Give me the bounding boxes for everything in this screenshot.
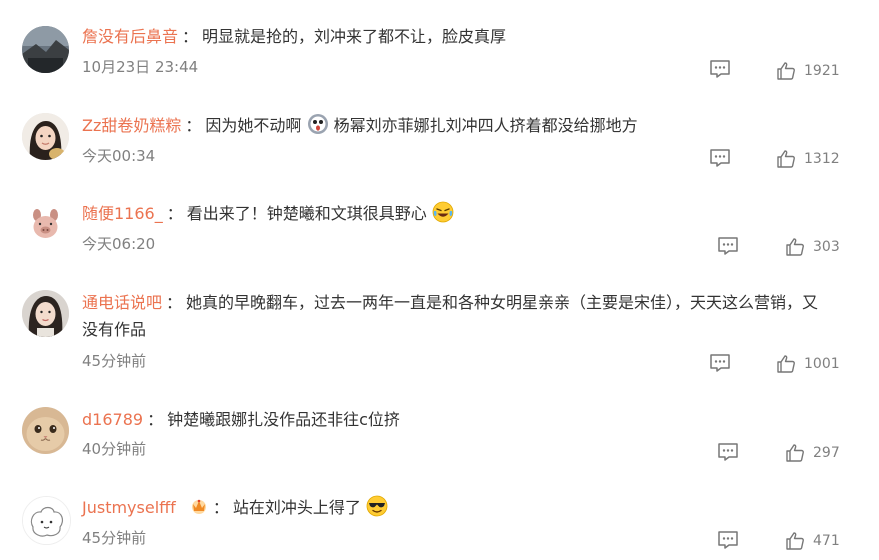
timestamp: 10月23日 23:44 — [82, 58, 199, 76]
reply-icon[interactable] — [717, 530, 739, 550]
colon: ： — [166, 293, 183, 312]
like-count: 1921 — [804, 63, 840, 79]
comment-content: 没有作品 — [82, 320, 147, 339]
avatar[interactable] — [22, 201, 69, 248]
girl-avatar — [22, 113, 69, 160]
like-count: 297 — [813, 445, 840, 461]
comment-text-continued: 没有作品 — [82, 317, 849, 343]
crown-badge-icon[interactable] — [189, 496, 209, 516]
comment-item: 詹没有后鼻音：明显就是抢的，刘冲来了都不让，脸皮真厚 10月23日 23:44 … — [0, 0, 879, 88]
comment-content: 因为她不动啊 — [205, 116, 302, 135]
like-button[interactable]: 297 — [785, 442, 840, 464]
timestamp: 40分钟前 — [82, 440, 147, 458]
pig-avatar — [22, 201, 69, 248]
woman-avatar — [22, 290, 69, 337]
comment-content: 看出来了！钟楚曦和文琪很具野心 — [186, 204, 427, 223]
like-button[interactable]: 303 — [785, 236, 840, 258]
timestamp: 今天00:34 — [82, 147, 156, 165]
comment-content: 她真的早晚翻车，过去一两年一直是和各种女明星亲亲（主要是宋佳），天天这么营销，又 — [186, 293, 819, 312]
cat-avatar — [22, 407, 69, 454]
thumbs-up-icon — [786, 238, 804, 256]
username-link[interactable]: Justmyselfff — [82, 498, 176, 517]
comment-content: 钟楚曦跟娜扎没作品还非往c位挤 — [167, 410, 400, 429]
landscape-avatar — [22, 26, 69, 73]
timestamp: 今天06:20 — [82, 235, 156, 253]
shocked-face-emoji — [307, 114, 328, 134]
thumbs-up-icon — [777, 62, 795, 80]
comment-text: 通电话说吧：她真的早晚翻车，过去一两年一直是和各种女明星亲亲（主要是宋佳），天天… — [82, 290, 849, 316]
avatar[interactable] — [22, 113, 69, 160]
colon: ： — [212, 498, 229, 517]
comment-text: 詹没有后鼻音：明显就是抢的，刘冲来了都不让，脸皮真厚 — [82, 24, 849, 50]
reply-icon[interactable] — [709, 148, 731, 168]
comment-text: Zz甜卷奶糕粽：因为她不动啊 杨幂刘亦菲娜扎刘冲四人挤着都没给挪地方 — [82, 113, 849, 139]
colon: ： — [147, 410, 164, 429]
like-button[interactable]: 471 — [785, 530, 840, 552]
like-button[interactable]: 1001 — [776, 353, 840, 375]
like-count: 471 — [813, 533, 840, 549]
timestamp: 45分钟前 — [82, 352, 147, 370]
comment-text: 随便1166_：看出来了！钟楚曦和文琪很具野心 — [82, 201, 849, 227]
thumbs-up-icon — [777, 150, 795, 168]
comment-content: 站在刘冲头上得了 — [232, 498, 361, 517]
like-count: 1312 — [804, 151, 840, 167]
avatar[interactable] — [22, 407, 69, 454]
comment-text: Justmyselfff ：站在刘冲头上得了 — [82, 495, 849, 521]
reply-icon[interactable] — [709, 353, 731, 373]
like-count: 1001 — [804, 356, 840, 372]
avatar[interactable] — [22, 26, 69, 73]
like-button[interactable]: 1921 — [776, 60, 840, 82]
avatar[interactable] — [22, 290, 69, 337]
thumbs-up-icon — [777, 355, 795, 373]
colon: ： — [166, 204, 183, 223]
thumbs-up-icon — [786, 532, 804, 550]
username-link[interactable]: 通电话说吧 — [82, 293, 162, 312]
colon: ： — [185, 116, 202, 135]
laughing-crying-emoji — [432, 201, 454, 223]
comment-text: d16789：钟楚曦跟娜扎没作品还非往c位挤 — [82, 407, 849, 433]
username-link[interactable]: d16789 — [82, 410, 143, 429]
reply-icon[interactable] — [709, 59, 731, 79]
colon: ： — [182, 27, 199, 46]
reply-icon[interactable] — [717, 442, 739, 462]
like-button[interactable]: 1312 — [776, 148, 840, 170]
comment-content: 明显就是抢的，刘冲来了都不让，脸皮真厚 — [202, 27, 507, 46]
timestamp: 45分钟前 — [82, 529, 147, 547]
like-count: 303 — [813, 239, 840, 255]
reply-icon[interactable] — [717, 236, 739, 256]
sunglasses-emoji — [366, 495, 388, 517]
avatar[interactable] — [22, 496, 71, 545]
comment-content: 杨幂刘亦菲娜扎刘冲四人挤着都没给挪地方 — [333, 116, 638, 135]
username-link[interactable]: Zz甜卷奶糕粽 — [82, 116, 181, 135]
cartoon-avatar — [23, 497, 70, 544]
username-link[interactable]: 詹没有后鼻音 — [82, 27, 178, 46]
thumbs-up-icon — [786, 444, 804, 462]
username-link[interactable]: 随便1166_ — [82, 204, 163, 223]
